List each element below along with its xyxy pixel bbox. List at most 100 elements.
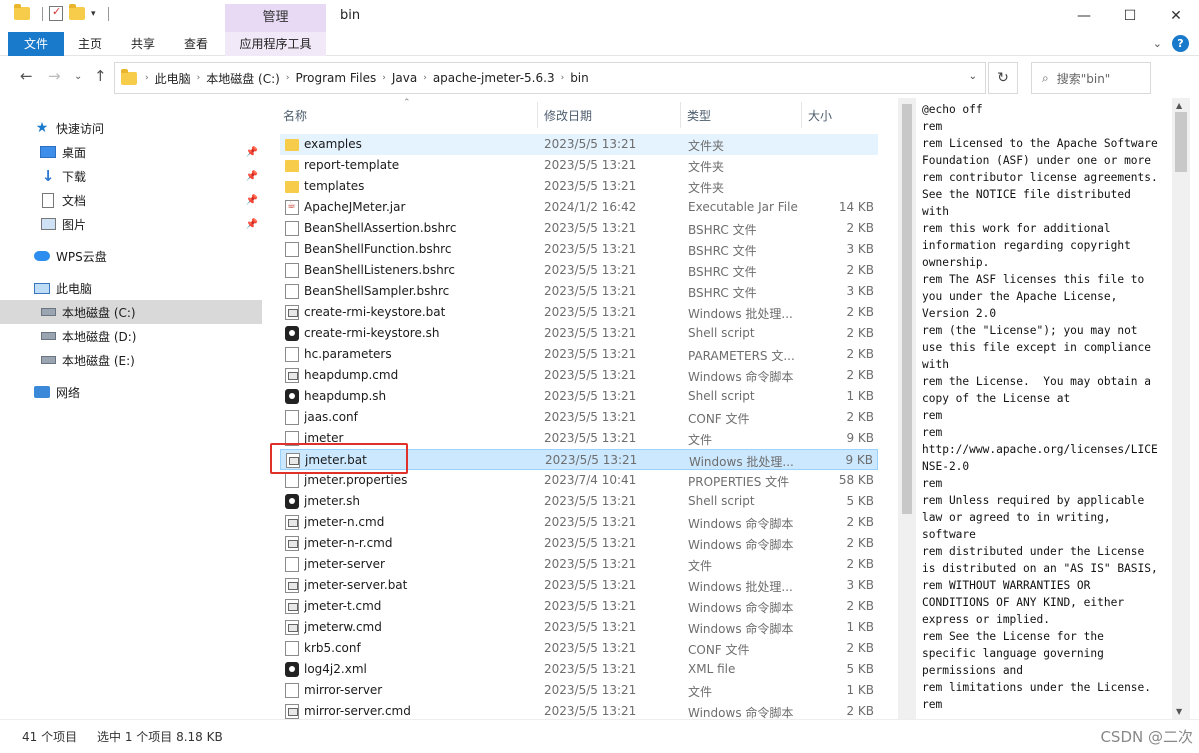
forward-arrow-icon[interactable]: → — [48, 67, 61, 85]
sidebar-item-quick-access[interactable]: ★ 快速访问 — [0, 116, 262, 140]
sidebar-item-desktop[interactable]: 桌面 📌 — [0, 140, 262, 164]
table-row[interactable]: ApacheJMeter.jar 2024/1/2 16:42 Executable… — [280, 197, 878, 218]
file-name: krb5.conf — [304, 641, 361, 655]
breadcrumb-item[interactable]: Program Files — [295, 71, 376, 85]
scroll-down-icon[interactable]: ▼ — [1176, 707, 1182, 716]
table-row[interactable]: heapdump.sh 2023/5/5 13:21 Shell script 1 K… — [280, 386, 878, 407]
table-row[interactable]: jmeter 2023/5/5 13:21 文件 9 KB — [280, 428, 878, 449]
sidebar-item-network[interactable]: 网络 — [0, 380, 262, 404]
sidebar-item-downloads[interactable]: ↓ 下载 📌 — [0, 164, 262, 188]
table-row[interactable]: jmeter.sh 2023/5/5 13:21 Shell script 5 KB — [280, 491, 878, 512]
sidebar-item-documents[interactable]: 文档 📌 — [0, 188, 262, 212]
pin-icon[interactable]: 📌 — [246, 171, 258, 182]
expand-ribbon-icon[interactable]: ⌄ — [1153, 37, 1162, 50]
new-folder-icon[interactable] — [69, 4, 85, 20]
up-arrow-icon[interactable]: ↑ — [94, 67, 107, 85]
file-size: 2 KB — [846, 305, 874, 319]
table-row[interactable]: jmeter-n-r.cmd 2023/5/5 13:21 Windows 命令脚本… — [280, 533, 878, 554]
scroll-up-icon[interactable]: ▲ — [1176, 101, 1182, 110]
scrollbar-thumb[interactable] — [1175, 112, 1187, 172]
sidebar-item-drive-d[interactable]: 本地磁盘 (D:) — [0, 324, 262, 348]
table-row[interactable]: BeanShellAssertion.bshrc 2023/5/5 13:21 BS… — [280, 218, 878, 239]
table-row[interactable]: templates 2023/5/5 13:21 文件夹 — [280, 176, 878, 197]
recent-chevron-icon[interactable]: ⌄ — [74, 71, 82, 82]
chevron-down-icon[interactable]: ⌄ — [969, 71, 977, 82]
back-arrow-icon[interactable]: ← — [20, 67, 33, 85]
table-row[interactable]: BeanShellListeners.bshrc 2023/5/5 13:21 BS… — [280, 260, 878, 281]
column-divider[interactable] — [801, 102, 802, 128]
table-row[interactable]: jmeter.bat 2023/5/5 13:21 Windows 批处理... 9 … — [280, 449, 878, 470]
table-row[interactable]: jmeterw.cmd 2023/5/5 13:21 Windows 命令脚本 1 K… — [280, 617, 878, 638]
scrollbar-thumb[interactable] — [902, 104, 912, 514]
file-type: Windows 命令脚本 — [688, 370, 794, 384]
tab-home[interactable]: 主页 — [66, 32, 114, 56]
refresh-button[interactable]: ↻ — [988, 62, 1018, 94]
tab-application-tools[interactable]: 应用程序工具 — [225, 32, 326, 56]
file-size: 14 KB — [838, 200, 874, 214]
minimize-button[interactable]: — — [1061, 0, 1107, 32]
help-icon[interactable]: ? — [1172, 35, 1189, 52]
breadcrumb-item[interactable]: Java — [392, 71, 417, 85]
drive-icon — [40, 329, 56, 343]
sidebar-item-pictures[interactable]: 图片 📌 — [0, 212, 262, 236]
breadcrumb-item[interactable]: bin — [570, 71, 589, 85]
table-row[interactable]: jmeter-n.cmd 2023/5/5 13:21 Windows 命令脚本 2 … — [280, 512, 878, 533]
properties-icon[interactable] — [49, 5, 63, 21]
chevron-down-icon[interactable]: ▾ — [91, 9, 96, 19]
table-row[interactable]: jaas.conf 2023/5/5 13:21 CONF 文件 2 KB — [280, 407, 878, 428]
tab-file[interactable]: 文件 — [8, 32, 64, 56]
chevron-right-icon[interactable]: › — [197, 73, 201, 83]
file-date: 2023/5/5 13:21 — [544, 410, 637, 424]
pin-icon[interactable]: 📌 — [246, 147, 258, 158]
table-row[interactable]: jmeter-server.bat 2023/5/5 13:21 Windows 批… — [280, 575, 878, 596]
column-name[interactable]: 名称 — [283, 107, 307, 124]
column-date[interactable]: 修改日期 — [544, 107, 592, 124]
column-type[interactable]: 类型 — [687, 107, 711, 124]
chevron-right-icon[interactable]: › — [145, 73, 149, 83]
table-row[interactable]: BeanShellFunction.bshrc 2023/5/5 13:21 BSH… — [280, 239, 878, 260]
table-row[interactable]: jmeter-t.cmd 2023/5/5 13:21 Windows 命令脚本 2 … — [280, 596, 878, 617]
column-divider[interactable] — [680, 102, 681, 128]
sidebar-item-drive-c[interactable]: 本地磁盘 (C:) — [0, 300, 262, 324]
folder-icon[interactable] — [14, 4, 30, 20]
close-button[interactable]: ✕ — [1153, 0, 1199, 32]
table-row[interactable]: mirror-server.cmd 2023/5/5 13:21 Windows 命… — [280, 701, 878, 719]
chevron-right-icon[interactable]: › — [382, 73, 386, 83]
address-bar[interactable]: › 此电脑 › 本地磁盘 (C:) › Program Files › Java… — [114, 62, 986, 94]
pin-icon[interactable]: 📌 — [246, 195, 258, 206]
column-size[interactable]: 大小 — [808, 107, 832, 124]
table-row[interactable]: BeanShellSampler.bshrc 2023/5/5 13:21 BSHR… — [280, 281, 878, 302]
breadcrumb-item[interactable]: 本地磁盘 (C:) — [206, 70, 280, 87]
column-divider[interactable] — [537, 102, 538, 128]
tab-view[interactable]: 查看 — [172, 32, 220, 56]
sidebar-item-this-pc[interactable]: 此电脑 — [0, 276, 262, 300]
maximize-button[interactable]: ☐ — [1107, 0, 1153, 32]
preview-scrollbar[interactable]: ▲ ▼ — [1172, 98, 1190, 719]
table-row[interactable]: hc.parameters 2023/5/5 13:21 PARAMETERS 文.… — [280, 344, 878, 365]
search-input[interactable]: ⌕ 搜索"bin" — [1031, 62, 1151, 94]
chevron-right-icon[interactable]: › — [286, 73, 290, 83]
table-row[interactable]: krb5.conf 2023/5/5 13:21 CONF 文件 2 KB — [280, 638, 878, 659]
breadcrumb-item[interactable]: apache-jmeter-5.6.3 — [433, 71, 555, 85]
sidebar-item-wps-cloud[interactable]: WPS云盘 — [0, 244, 262, 268]
folder-icon — [285, 181, 299, 193]
tab-share[interactable]: 共享 — [120, 32, 166, 56]
table-row[interactable]: create-rmi-keystore.sh 2023/5/5 13:21 Shel… — [280, 323, 878, 344]
table-row[interactable]: heapdump.cmd 2023/5/5 13:21 Windows 命令脚本 2 … — [280, 365, 878, 386]
sidebar-item-drive-e[interactable]: 本地磁盘 (E:) — [0, 348, 262, 372]
table-row[interactable]: mirror-server 2023/5/5 13:21 文件 1 KB — [280, 680, 878, 701]
table-row[interactable]: log4j2.xml 2023/5/5 13:21 XML file 5 KB — [280, 659, 878, 680]
table-row[interactable]: create-rmi-keystore.bat 2023/5/5 13:21 Win… — [280, 302, 878, 323]
chevron-right-icon[interactable]: › — [423, 73, 427, 83]
file-name: ApacheJMeter.jar — [304, 200, 406, 214]
manage-context-tab[interactable]: 管理 — [225, 4, 326, 32]
file-list-scrollbar[interactable] — [898, 98, 916, 719]
breadcrumb-item[interactable]: 此电脑 — [155, 70, 191, 87]
table-row[interactable]: examples 2023/5/5 13:21 文件夹 — [280, 134, 878, 155]
file-type: 文件 — [688, 685, 713, 699]
table-row[interactable]: jmeter.properties 2023/7/4 10:41 PROPERTIE… — [280, 470, 878, 491]
chevron-right-icon[interactable]: › — [561, 73, 565, 83]
pin-icon[interactable]: 📌 — [246, 219, 258, 230]
table-row[interactable]: report-template 2023/5/5 13:21 文件夹 — [280, 155, 878, 176]
table-row[interactable]: jmeter-server 2023/5/5 13:21 文件 2 KB — [280, 554, 878, 575]
